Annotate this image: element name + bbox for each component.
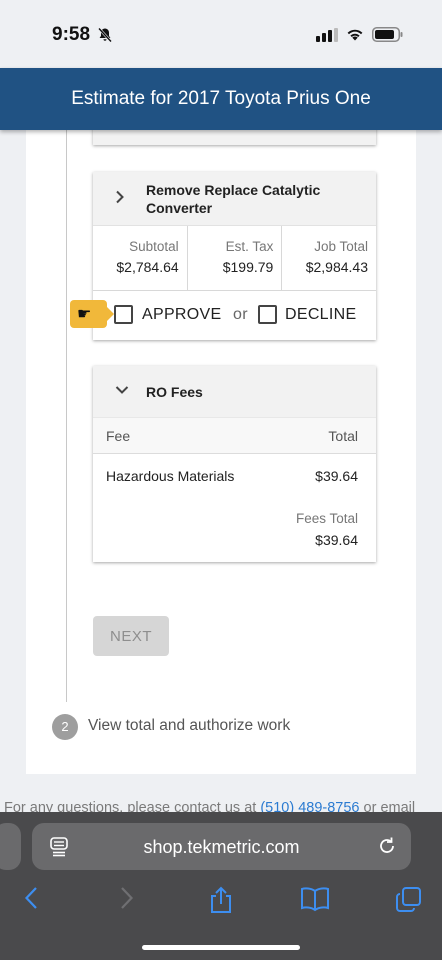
subtotal-cell: Subtotal $2,784.64	[93, 226, 188, 290]
chevron-right-icon[interactable]	[115, 190, 125, 209]
step-number-badge: 2	[52, 714, 78, 740]
approve-decline-row: APPROVE or DECLINE	[93, 291, 376, 338]
job-total-value: $2,984.43	[305, 259, 369, 275]
app-header: Estimate for 2017 Toyota Prius One	[0, 68, 442, 130]
previous-tab-edge[interactable]	[0, 823, 21, 870]
fee-name: Hazardous Materials	[106, 468, 235, 484]
ro-fees-title: RO Fees	[146, 384, 203, 400]
fees-total-value: $39.64	[315, 532, 358, 548]
share-icon[interactable]	[208, 886, 234, 919]
address-bar[interactable]: shop.tekmetric.com	[32, 823, 411, 870]
fees-total: Fees Total $39.64	[296, 511, 358, 548]
tabs-icon[interactable]	[395, 886, 423, 919]
forward-icon[interactable]	[120, 886, 134, 915]
job-totals: Subtotal $2,784.64 Est. Tax $199.79 Job …	[93, 226, 376, 291]
status-time: 9:58	[52, 24, 91, 45]
total-column-header: Total	[328, 428, 358, 444]
browser-chrome: shop.tekmetric.com	[0, 812, 442, 960]
browser-toolbar	[0, 884, 442, 916]
or-label: or	[233, 306, 248, 323]
job-total-cell: Job Total $2,984.43	[282, 226, 376, 290]
next-button[interactable]: NEXT	[93, 616, 169, 656]
wifi-icon	[346, 27, 364, 46]
job-card: Remove Replace Catalytic Converter Subto…	[93, 172, 376, 340]
fees-total-label: Fees Total	[295, 511, 358, 526]
table-row: Hazardous Materials $39.64	[93, 454, 376, 498]
subtotal-label: Subtotal	[129, 239, 179, 254]
reload-icon[interactable]	[377, 836, 397, 861]
ro-fees-header[interactable]: RO Fees	[93, 366, 376, 418]
back-icon[interactable]	[24, 886, 38, 915]
approve-checkbox[interactable]	[114, 305, 133, 324]
step-connector-line	[66, 130, 67, 702]
home-indicator[interactable]	[142, 945, 300, 950]
bookmarks-icon[interactable]	[300, 886, 330, 917]
tax-label: Est. Tax	[225, 239, 274, 254]
job-title: Remove Replace Catalytic Converter	[146, 182, 321, 216]
page-title: Estimate for 2017 Toyota Prius One	[71, 88, 371, 109]
approve-label[interactable]: APPROVE	[142, 306, 221, 324]
decline-checkbox[interactable]	[258, 305, 277, 324]
subtotal-value: $2,784.64	[116, 259, 179, 275]
decline-label[interactable]: DECLINE	[285, 306, 356, 324]
tax-value: $199.79	[222, 259, 274, 275]
fee-amount: $39.64	[315, 468, 358, 484]
fees-table-header: Fee Total	[93, 418, 376, 454]
job-total-label: Job Total	[314, 239, 369, 254]
tax-cell: Est. Tax $199.79	[188, 226, 283, 290]
estimate-content: ☛ Remove Replace Catalytic Converter Sub…	[26, 124, 416, 774]
battery-icon	[372, 27, 404, 47]
step-2-label[interactable]: View total and authorize work	[88, 717, 290, 735]
chevron-down-icon[interactable]	[115, 382, 129, 398]
hand-pointer-icon: ☛	[70, 300, 114, 328]
fee-column-header: Fee	[106, 428, 131, 444]
signal-icon	[316, 28, 338, 47]
url-text[interactable]: shop.tekmetric.com	[32, 837, 411, 858]
ro-fees-card: RO Fees Fee Total Hazardous Materials $3…	[93, 366, 376, 562]
job-card-header[interactable]: Remove Replace Catalytic Converter	[93, 172, 376, 226]
status-bar: 9:58	[0, 0, 442, 68]
bell-slash-icon	[97, 27, 113, 48]
